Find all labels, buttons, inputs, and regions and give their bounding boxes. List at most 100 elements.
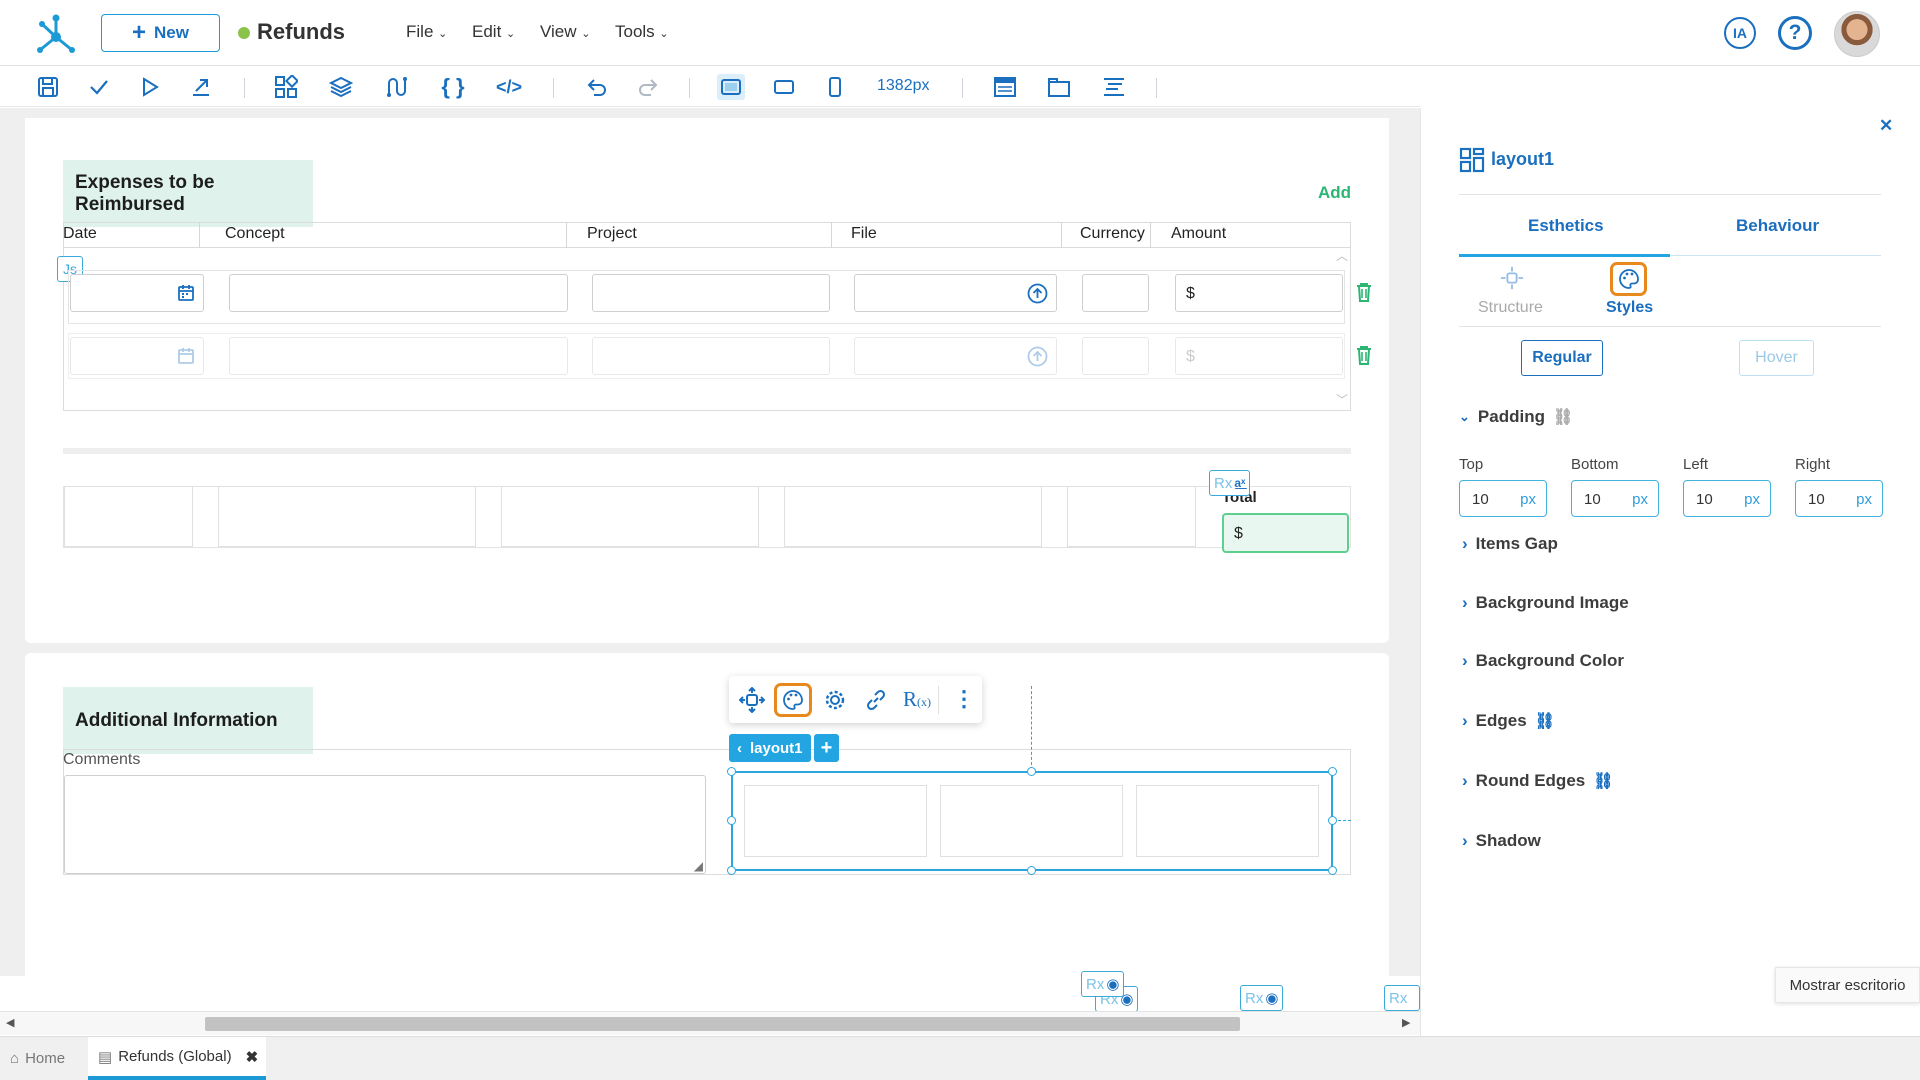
close-tab-icon[interactable]: ✖ bbox=[246, 1048, 259, 1066]
layers-icon[interactable] bbox=[327, 74, 355, 100]
round-edges-section[interactable]: › Round Edges ⛓ bbox=[1462, 771, 1614, 791]
padding-bottom-input[interactable]: 10 px bbox=[1571, 480, 1659, 517]
components-icon[interactable] bbox=[272, 74, 300, 100]
subtab-structure[interactable]: Structure bbox=[1478, 299, 1543, 317]
project-input[interactable] bbox=[592, 274, 830, 312]
layout-chip[interactable]: ‹ layout1 bbox=[729, 734, 811, 762]
scrollbar-thumb[interactable] bbox=[205, 1017, 1240, 1031]
edges-section[interactable]: › Edges ⛓ bbox=[1462, 711, 1555, 731]
horizontal-scrollbar[interactable]: ◀ ▶ bbox=[0, 1011, 1420, 1035]
file-input[interactable] bbox=[854, 274, 1057, 312]
styles-palette-icon[interactable] bbox=[1610, 262, 1647, 296]
publish-icon[interactable] bbox=[187, 74, 215, 100]
more-icon[interactable]: ⋮ bbox=[953, 688, 975, 710]
desktop-view-icon[interactable] bbox=[717, 74, 745, 100]
background-color-section[interactable]: › Background Color bbox=[1462, 651, 1624, 671]
play-icon[interactable] bbox=[136, 74, 164, 100]
tabs-layout-icon[interactable] bbox=[1045, 74, 1073, 100]
delete-row-icon[interactable] bbox=[1353, 344, 1375, 368]
mobile-view-icon[interactable] bbox=[821, 74, 849, 100]
scroll-down-icon[interactable]: ﹀ bbox=[1336, 391, 1348, 408]
add-to-layout-button[interactable]: + bbox=[814, 734, 839, 762]
padding-section-header[interactable]: ⌄ Padding ⛓ bbox=[1459, 407, 1573, 427]
upload-icon[interactable] bbox=[1027, 346, 1048, 367]
app-logo[interactable] bbox=[34, 10, 78, 54]
background-image-section[interactable]: › Background Image bbox=[1462, 593, 1629, 613]
calendar-icon[interactable] bbox=[177, 284, 195, 302]
help-icon[interactable]: ? bbox=[1778, 16, 1812, 50]
ia-button[interactable]: IA bbox=[1724, 17, 1756, 49]
date-input[interactable] bbox=[70, 274, 204, 312]
formula-icon[interactable]: R(x) bbox=[903, 687, 931, 712]
flow-icon[interactable] bbox=[382, 74, 410, 100]
align-layout-icon[interactable] bbox=[1100, 74, 1128, 100]
padding-left-input[interactable]: 10 px bbox=[1683, 480, 1771, 517]
layout-column[interactable] bbox=[940, 785, 1123, 857]
amount-input[interactable]: $ bbox=[1175, 274, 1343, 312]
file-input[interactable] bbox=[854, 337, 1057, 375]
rx-visibility-chip[interactable]: Rx ◉ bbox=[1240, 985, 1284, 1011]
menu-tools[interactable]: Tools ⌄ bbox=[615, 22, 669, 42]
padding-top-input[interactable]: 10 px bbox=[1459, 480, 1547, 517]
calendar-icon[interactable] bbox=[177, 347, 195, 365]
layout-column[interactable] bbox=[1136, 785, 1319, 857]
settings-icon[interactable] bbox=[823, 688, 847, 712]
expenses-header[interactable]: Expenses to be Reimbursed bbox=[63, 160, 313, 227]
palette-icon[interactable] bbox=[774, 683, 812, 717]
avatar[interactable] bbox=[1834, 11, 1880, 57]
amount-input[interactable]: $ bbox=[1175, 337, 1343, 375]
header-layout-icon[interactable] bbox=[991, 74, 1019, 100]
tab-home[interactable]: ⌂ Home bbox=[10, 1043, 65, 1073]
state-regular-button[interactable]: Regular bbox=[1521, 340, 1603, 376]
tab-refunds[interactable]: ▤ Refunds (Global) ✖ bbox=[88, 1037, 266, 1080]
comments-textarea[interactable]: ◢ bbox=[64, 775, 706, 874]
resize-handle[interactable] bbox=[727, 866, 736, 875]
rx-visibility-chip[interactable]: Rx ◉ bbox=[1081, 971, 1125, 997]
total-amount-field[interactable]: $ bbox=[1222, 513, 1349, 553]
menu-view[interactable]: View ⌄ bbox=[540, 22, 591, 42]
concept-input[interactable] bbox=[229, 274, 568, 312]
resize-handle[interactable] bbox=[727, 816, 736, 825]
add-link[interactable]: Add bbox=[1318, 183, 1351, 203]
link-icon[interactable]: ⛓ bbox=[1593, 771, 1613, 791]
menu-edit[interactable]: Edit ⌄ bbox=[472, 22, 515, 42]
upload-icon[interactable] bbox=[1027, 283, 1048, 304]
close-panel-icon[interactable]: ✕ bbox=[1879, 116, 1893, 136]
delete-row-icon[interactable] bbox=[1353, 281, 1375, 305]
rx-visibility-chip[interactable]: Rx bbox=[1384, 985, 1420, 1011]
resize-handle[interactable] bbox=[1027, 866, 1036, 875]
resize-handle[interactable] bbox=[1027, 767, 1036, 776]
currency-input[interactable] bbox=[1082, 274, 1149, 312]
resize-handle[interactable] bbox=[727, 767, 736, 776]
shadow-section[interactable]: › Shadow bbox=[1462, 831, 1541, 851]
move-icon[interactable] bbox=[739, 687, 765, 713]
scroll-left-icon[interactable]: ◀ bbox=[6, 1016, 14, 1029]
resize-handle-icon[interactable]: ◢ bbox=[694, 859, 703, 873]
resize-handle[interactable] bbox=[1328, 816, 1337, 825]
date-input[interactable] bbox=[70, 337, 204, 375]
tab-esthetics[interactable]: Esthetics bbox=[1528, 216, 1604, 236]
rx-formula-chip[interactable]: Rx a͟ˣ bbox=[1209, 470, 1251, 496]
link-icon[interactable]: ⛓ bbox=[1535, 711, 1555, 731]
resize-handle[interactable] bbox=[1328, 866, 1337, 875]
structure-icon[interactable] bbox=[1500, 266, 1524, 290]
resize-handle[interactable] bbox=[1328, 767, 1337, 776]
layout-column[interactable] bbox=[744, 785, 927, 857]
additional-info-header[interactable]: Additional Information bbox=[63, 687, 313, 754]
items-gap-section[interactable]: › Items Gap bbox=[1462, 534, 1558, 554]
menu-file[interactable]: File ⌄ bbox=[406, 22, 447, 42]
tab-behaviour[interactable]: Behaviour bbox=[1736, 216, 1819, 236]
code-icon[interactable]: </> bbox=[495, 74, 523, 100]
scroll-up-icon[interactable]: ︿ bbox=[1336, 247, 1348, 264]
scroll-right-icon[interactable]: ▶ bbox=[1402, 1016, 1410, 1029]
undo-icon[interactable] bbox=[583, 74, 611, 100]
link-icon[interactable] bbox=[864, 688, 888, 712]
subtab-styles[interactable]: Styles bbox=[1606, 299, 1653, 317]
save-icon[interactable] bbox=[34, 74, 62, 100]
redo-icon[interactable] bbox=[634, 74, 662, 100]
braces-icon[interactable]: { } bbox=[439, 74, 467, 100]
project-input[interactable] bbox=[592, 337, 830, 375]
link-icon[interactable]: ⛓ bbox=[1553, 407, 1573, 427]
new-button[interactable]: + New bbox=[101, 14, 220, 52]
state-hover-button[interactable]: Hover bbox=[1739, 340, 1814, 376]
